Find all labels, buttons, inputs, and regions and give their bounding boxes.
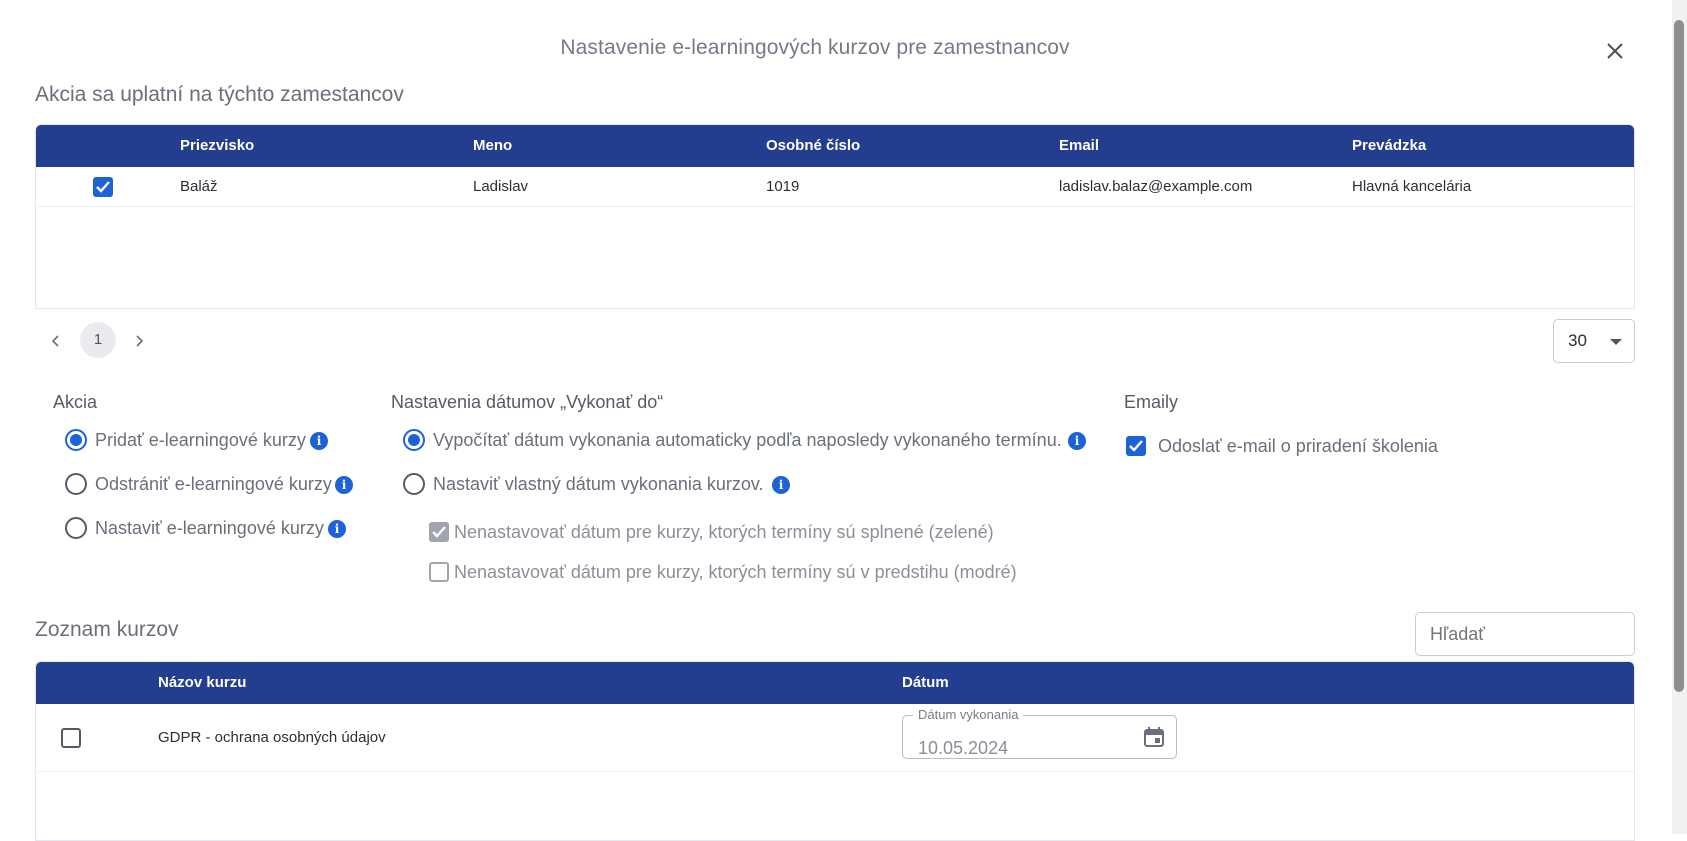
caret-down-icon [1610, 339, 1622, 345]
row-checkbox[interactable] [61, 728, 81, 748]
radio-label: Nastaviť e-learningové kurzy [95, 518, 324, 538]
next-page-button[interactable] [128, 330, 150, 352]
date-field-value: 10.05.2024 [918, 738, 1009, 758]
page-number[interactable]: 1 [80, 322, 116, 358]
column-name[interactable]: Meno [473, 125, 512, 167]
check-icon [432, 526, 446, 538]
column-email[interactable]: Email [1059, 125, 1099, 167]
radio-label: Nastaviť vlastný dátum vykonania kurzov. [433, 474, 764, 494]
checkbox-label: Nenastavovať dátum pre kurzy, ktorých te… [454, 562, 1017, 582]
table-row[interactable]: Baláž Ladislav 1019 ladislav.balaz@examp… [36, 167, 1634, 207]
courses-grid: Názov kurzu Dátum GDPR - ochrana osobnýc… [35, 661, 1635, 841]
column-course-name[interactable]: Názov kurzu [158, 662, 246, 704]
check-icon [1129, 440, 1143, 452]
date-settings-title: Nastavenia dátumov „Vykonať do“ [391, 392, 664, 412]
radio-label: Pridať e-learningové kurzy [95, 430, 306, 450]
radio-button[interactable] [403, 473, 425, 495]
radio-button[interactable] [65, 517, 87, 539]
column-branch[interactable]: Prevádzka [1352, 125, 1426, 167]
row-checkbox[interactable] [93, 177, 113, 197]
scrollbar-thumb[interactable] [1674, 20, 1684, 692]
date-field[interactable]: Dátum vykonania 10.05.2024 [902, 707, 1177, 759]
prev-page-button[interactable] [45, 330, 67, 352]
cell-personal-number: 1019 [766, 178, 800, 195]
info-icon[interactable]: i [1068, 432, 1086, 450]
employees-grid-header: Priezvisko Meno Osobné číslo Email Prevá… [36, 125, 1634, 167]
chevron-right-icon [136, 335, 144, 347]
cell-course-name: GDPR - ochrana osobných údajov [158, 729, 386, 746]
courses-grid-header: Názov kurzu Dátum [36, 662, 1634, 704]
checkbox-label: Nenastavovať dátum pre kurzy, ktorých te… [454, 522, 994, 542]
info-icon[interactable]: i [335, 476, 353, 494]
radio-auto-date[interactable]: Vypočítať dátum vykonania automaticky po… [403, 428, 1103, 454]
page-size-value: 30 [1568, 331, 1587, 350]
checkbox-send-email[interactable]: Odoslať e-mail o priradení školenia [1126, 434, 1456, 460]
info-icon[interactable]: i [310, 432, 328, 450]
employees-grid: Priezvisko Meno Osobné číslo Email Prevá… [35, 124, 1635, 309]
column-surname[interactable]: Priezvisko [180, 125, 254, 167]
date-field-label: Dátum vykonania [913, 707, 1024, 723]
close-button[interactable] [1600, 36, 1630, 66]
table-row[interactable]: GDPR - ochrana osobných údajov Dátum vyk… [36, 704, 1634, 772]
checkbox[interactable] [1126, 436, 1146, 456]
radio-label: Vypočítať dátum vykonania automaticky po… [433, 430, 1062, 450]
page-size-select[interactable]: 30 [1553, 319, 1635, 363]
radio-button[interactable] [65, 429, 87, 451]
checkbox[interactable] [429, 562, 449, 582]
check-icon [96, 181, 110, 193]
radio-button[interactable] [403, 429, 425, 451]
dialog-title: Nastavenie e-learningových kurzov pre za… [560, 36, 1070, 59]
courses-section-title: Zoznam kurzov [35, 618, 179, 641]
action-title: Akcia [53, 392, 98, 412]
radio-custom-date[interactable]: Nastaviť vlastný dátum vykonania kurzov.… [403, 472, 803, 498]
checkbox[interactable] [429, 522, 449, 542]
chevron-left-icon [51, 335, 59, 347]
info-icon[interactable]: i [772, 476, 790, 494]
close-icon [1607, 43, 1623, 59]
cell-name: Ladislav [473, 178, 529, 195]
info-icon[interactable]: i [328, 520, 346, 538]
radio-button[interactable] [65, 473, 87, 495]
emails-title: Emaily [1124, 392, 1179, 412]
radio-set-courses[interactable]: Nastaviť e-learningové kurzy i [65, 516, 355, 542]
checkbox-label: Odoslať e-mail o priradení školenia [1158, 436, 1438, 456]
radio-label: Odstrániť e-learningové kurzy [95, 474, 332, 494]
search-input[interactable] [1415, 612, 1635, 656]
checkbox-skip-ahead[interactable]: Nenastavovať dátum pre kurzy, ktorých te… [429, 560, 1029, 584]
column-personal-number[interactable]: Osobné číslo [766, 125, 860, 167]
cell-email: ladislav.balaz@example.com [1059, 178, 1253, 195]
cell-branch: Hlavná kancelária [1352, 178, 1472, 195]
radio-add-courses[interactable]: Pridať e-learningové kurzy i [65, 428, 335, 454]
column-date[interactable]: Dátum [902, 662, 949, 704]
checkbox-skip-completed[interactable]: Nenastavovať dátum pre kurzy, ktorých te… [429, 520, 1029, 544]
employees-section-title: Akcia sa uplatní na týchto zamestancov [35, 83, 404, 106]
cell-surname: Baláž [180, 178, 218, 195]
calendar-icon[interactable] [1143, 726, 1165, 748]
radio-remove-courses[interactable]: Odstrániť e-learningové kurzy i [65, 472, 365, 498]
